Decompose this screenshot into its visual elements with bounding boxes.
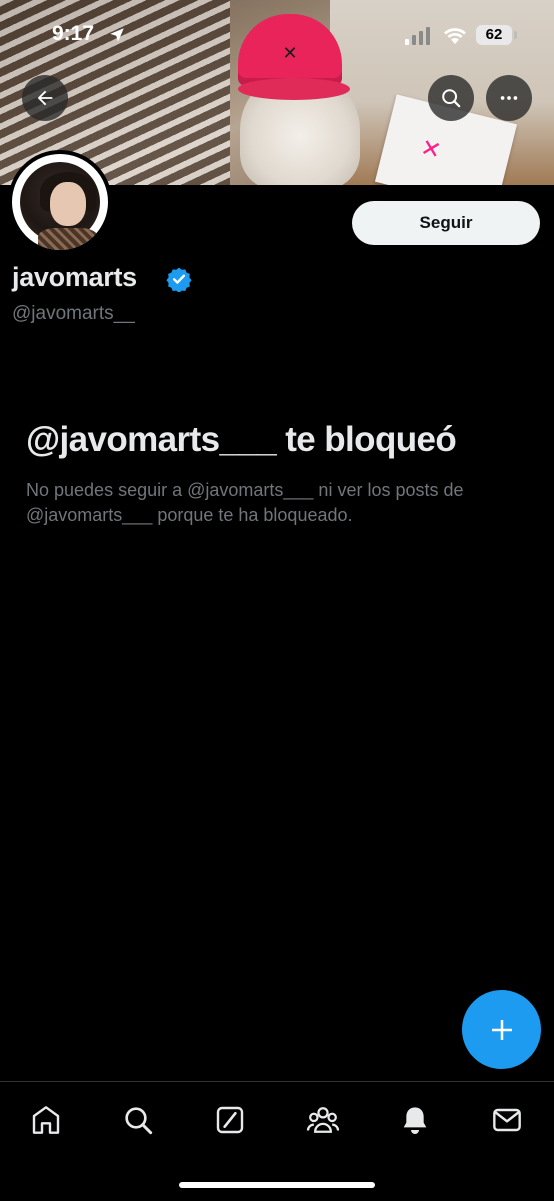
nav-communities[interactable]	[303, 1100, 343, 1140]
battery-icon: 62	[476, 25, 512, 45]
location-arrow-icon	[110, 28, 124, 42]
signal-icon	[405, 27, 430, 45]
verified-badge-icon	[166, 267, 192, 292]
follow-button[interactable]: Seguir	[352, 201, 540, 245]
avatar[interactable]	[8, 150, 112, 254]
home-indicator[interactable]	[179, 1182, 375, 1188]
nav-search[interactable]	[118, 1100, 158, 1140]
username: @javomarts__	[12, 303, 135, 324]
grok-icon	[216, 1106, 244, 1134]
avatar-face	[50, 182, 86, 226]
display-name: javomarts	[12, 262, 137, 292]
home-icon	[32, 1106, 60, 1134]
nav-messages[interactable]	[487, 1100, 527, 1140]
banner-cap-brim	[238, 78, 350, 100]
avatar-photo	[20, 162, 100, 250]
search-icon	[442, 89, 461, 108]
nav-grok[interactable]	[210, 1100, 250, 1140]
notifications-icon	[403, 1107, 427, 1134]
status-bar: 9:17 62	[0, 0, 554, 70]
wifi-icon	[444, 28, 466, 44]
messages-icon	[493, 1108, 521, 1132]
more-button[interactable]	[486, 75, 532, 121]
status-time: 9:17	[52, 22, 95, 45]
communities-icon	[306, 1107, 340, 1133]
search-button[interactable]	[428, 75, 474, 121]
search-icon	[125, 1107, 153, 1135]
battery-tip	[514, 31, 517, 39]
avatar-body	[38, 228, 98, 250]
back-button[interactable]	[22, 75, 68, 121]
nav-notifications[interactable]	[395, 1100, 435, 1140]
blocked-description: No puedes seguir a @javomarts___ ni ver …	[26, 480, 464, 525]
blocked-title: @javomarts___ te bloqueó	[26, 420, 457, 459]
compose-post-button[interactable]	[462, 990, 541, 1069]
plus-icon	[491, 1019, 512, 1040]
nav-home[interactable]	[26, 1100, 66, 1140]
back-arrow-icon	[37, 90, 53, 106]
more-icon	[500, 96, 518, 100]
